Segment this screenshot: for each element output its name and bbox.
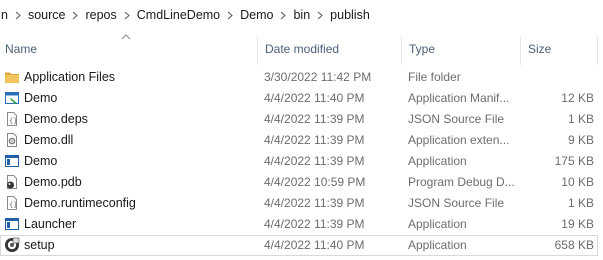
pdb-icon [4, 174, 20, 190]
application-icon [4, 153, 20, 169]
chevron-right-icon[interactable] [65, 0, 85, 30]
file-list: Application Files 3/30/2022 11:42 PM File … [0, 67, 603, 256]
file-type: Application [408, 154, 467, 168]
column-header-row: Name Date modified Type Size [0, 30, 603, 66]
file-size: 175 KB [554, 154, 594, 168]
file-size: 12 KB [561, 91, 594, 105]
file-name: Demo.dll [24, 133, 74, 147]
column-divider[interactable] [401, 37, 402, 65]
file-date-modified: 4/4/2022 11:39 PM [264, 154, 365, 168]
application-icon [4, 216, 20, 232]
file-type: Application [408, 238, 467, 252]
file-size: 1 KB [567, 112, 594, 126]
breadcrumb: n source repos CmdLineDemo Demo bin publish [0, 0, 603, 30]
manifest-icon [4, 90, 20, 106]
file-type: JSON Source File [408, 196, 505, 210]
file-date-modified: 4/4/2022 11:40 PM [264, 238, 365, 252]
file-size: 10 KB [561, 175, 594, 189]
file-name: Demo [24, 154, 58, 168]
folder-icon [4, 69, 20, 85]
file-size: 19 KB [561, 217, 594, 231]
file-name: setup [24, 238, 55, 252]
file-name: Launcher [24, 217, 77, 231]
file-name: Demo.runtimeconfig [24, 196, 136, 210]
sort-ascending-icon [121, 34, 131, 40]
breadcrumb-item[interactable]: Demo [240, 8, 273, 22]
column-header-date-modified[interactable]: Date modified [265, 42, 339, 56]
file-row[interactable]: Demo.dll 4/4/2022 11:39 PM Application ext… [0, 130, 598, 151]
file-date-modified: 4/4/2022 11:39 PM [264, 112, 365, 126]
file-type: Program Debug D... [408, 175, 515, 189]
column-header-size[interactable]: Size [528, 42, 551, 56]
breadcrumb-item[interactable]: repos [85, 8, 116, 22]
breadcrumb-item[interactable]: CmdLineDemo [137, 8, 220, 22]
file-size: 658 KB [554, 238, 594, 252]
file-row[interactable]: Demo 4/4/2022 11:39 PM Application 175 KB [0, 151, 598, 172]
column-header-name[interactable]: Name [5, 42, 37, 56]
file-date-modified: 4/4/2022 10:59 PM [264, 175, 366, 189]
breadcrumb-item[interactable]: n [1, 8, 8, 22]
file-name: Application Files [24, 70, 116, 84]
file-type: JSON Source File [408, 112, 505, 126]
chevron-right-icon[interactable] [273, 0, 293, 30]
column-divider[interactable] [257, 37, 258, 65]
file-date-modified: 4/4/2022 11:39 PM [264, 217, 365, 231]
file-row[interactable]: Demo.pdb 4/4/2022 10:59 PM Program Debug D… [0, 172, 598, 193]
chevron-right-icon[interactable] [8, 0, 28, 30]
file-size: 1 KB [567, 196, 594, 210]
file-date-modified: 4/4/2022 11:40 PM [264, 91, 365, 105]
chevron-right-icon[interactable] [117, 0, 137, 30]
file-row[interactable]: Launcher 4/4/2022 11:39 PM Application 19 K… [0, 214, 598, 235]
file-date-modified: 4/4/2022 11:39 PM [264, 133, 365, 147]
svg-text:{}: {} [9, 201, 17, 209]
file-type: Application [408, 217, 467, 231]
file-row[interactable]: setup 4/4/2022 11:40 PM Application 658 KB [0, 235, 598, 256]
file-size: 9 KB [567, 133, 594, 147]
json-file-icon: {} [4, 195, 20, 211]
file-type: File folder [408, 70, 461, 84]
file-row[interactable]: Demo 4/4/2022 11:40 PM Application Manif..… [0, 88, 598, 109]
breadcrumb-item[interactable]: bin [293, 8, 310, 22]
file-type: Application exten... [408, 133, 510, 147]
breadcrumb-item[interactable]: source [28, 8, 66, 22]
file-name: Demo.deps [24, 112, 88, 126]
file-name: Demo [24, 91, 58, 105]
file-type: Application Manif... [408, 91, 510, 105]
breadcrumb-item[interactable]: publish [330, 8, 370, 22]
column-divider[interactable] [597, 37, 598, 65]
file-date-modified: 4/4/2022 11:39 PM [264, 196, 365, 210]
chevron-right-icon[interactable] [310, 0, 330, 30]
file-row[interactable]: {} Demo.runtimeconfig 4/4/2022 11:39 PM JSO… [0, 193, 598, 214]
chevron-right-icon[interactable] [220, 0, 240, 30]
setup-icon [4, 237, 20, 253]
column-divider[interactable] [520, 37, 521, 65]
file-row[interactable]: Application Files 3/30/2022 11:42 PM File … [0, 67, 598, 88]
json-file-icon: {} [4, 111, 20, 127]
dll-icon [4, 132, 20, 148]
file-name: Demo.pdb [24, 175, 82, 189]
column-header-type[interactable]: Type [409, 42, 435, 56]
file-date-modified: 3/30/2022 11:42 PM [264, 70, 372, 84]
svg-text:{}: {} [9, 117, 17, 125]
file-row[interactable]: {} Demo.deps 4/4/2022 11:39 PM JSON Source … [0, 109, 598, 130]
